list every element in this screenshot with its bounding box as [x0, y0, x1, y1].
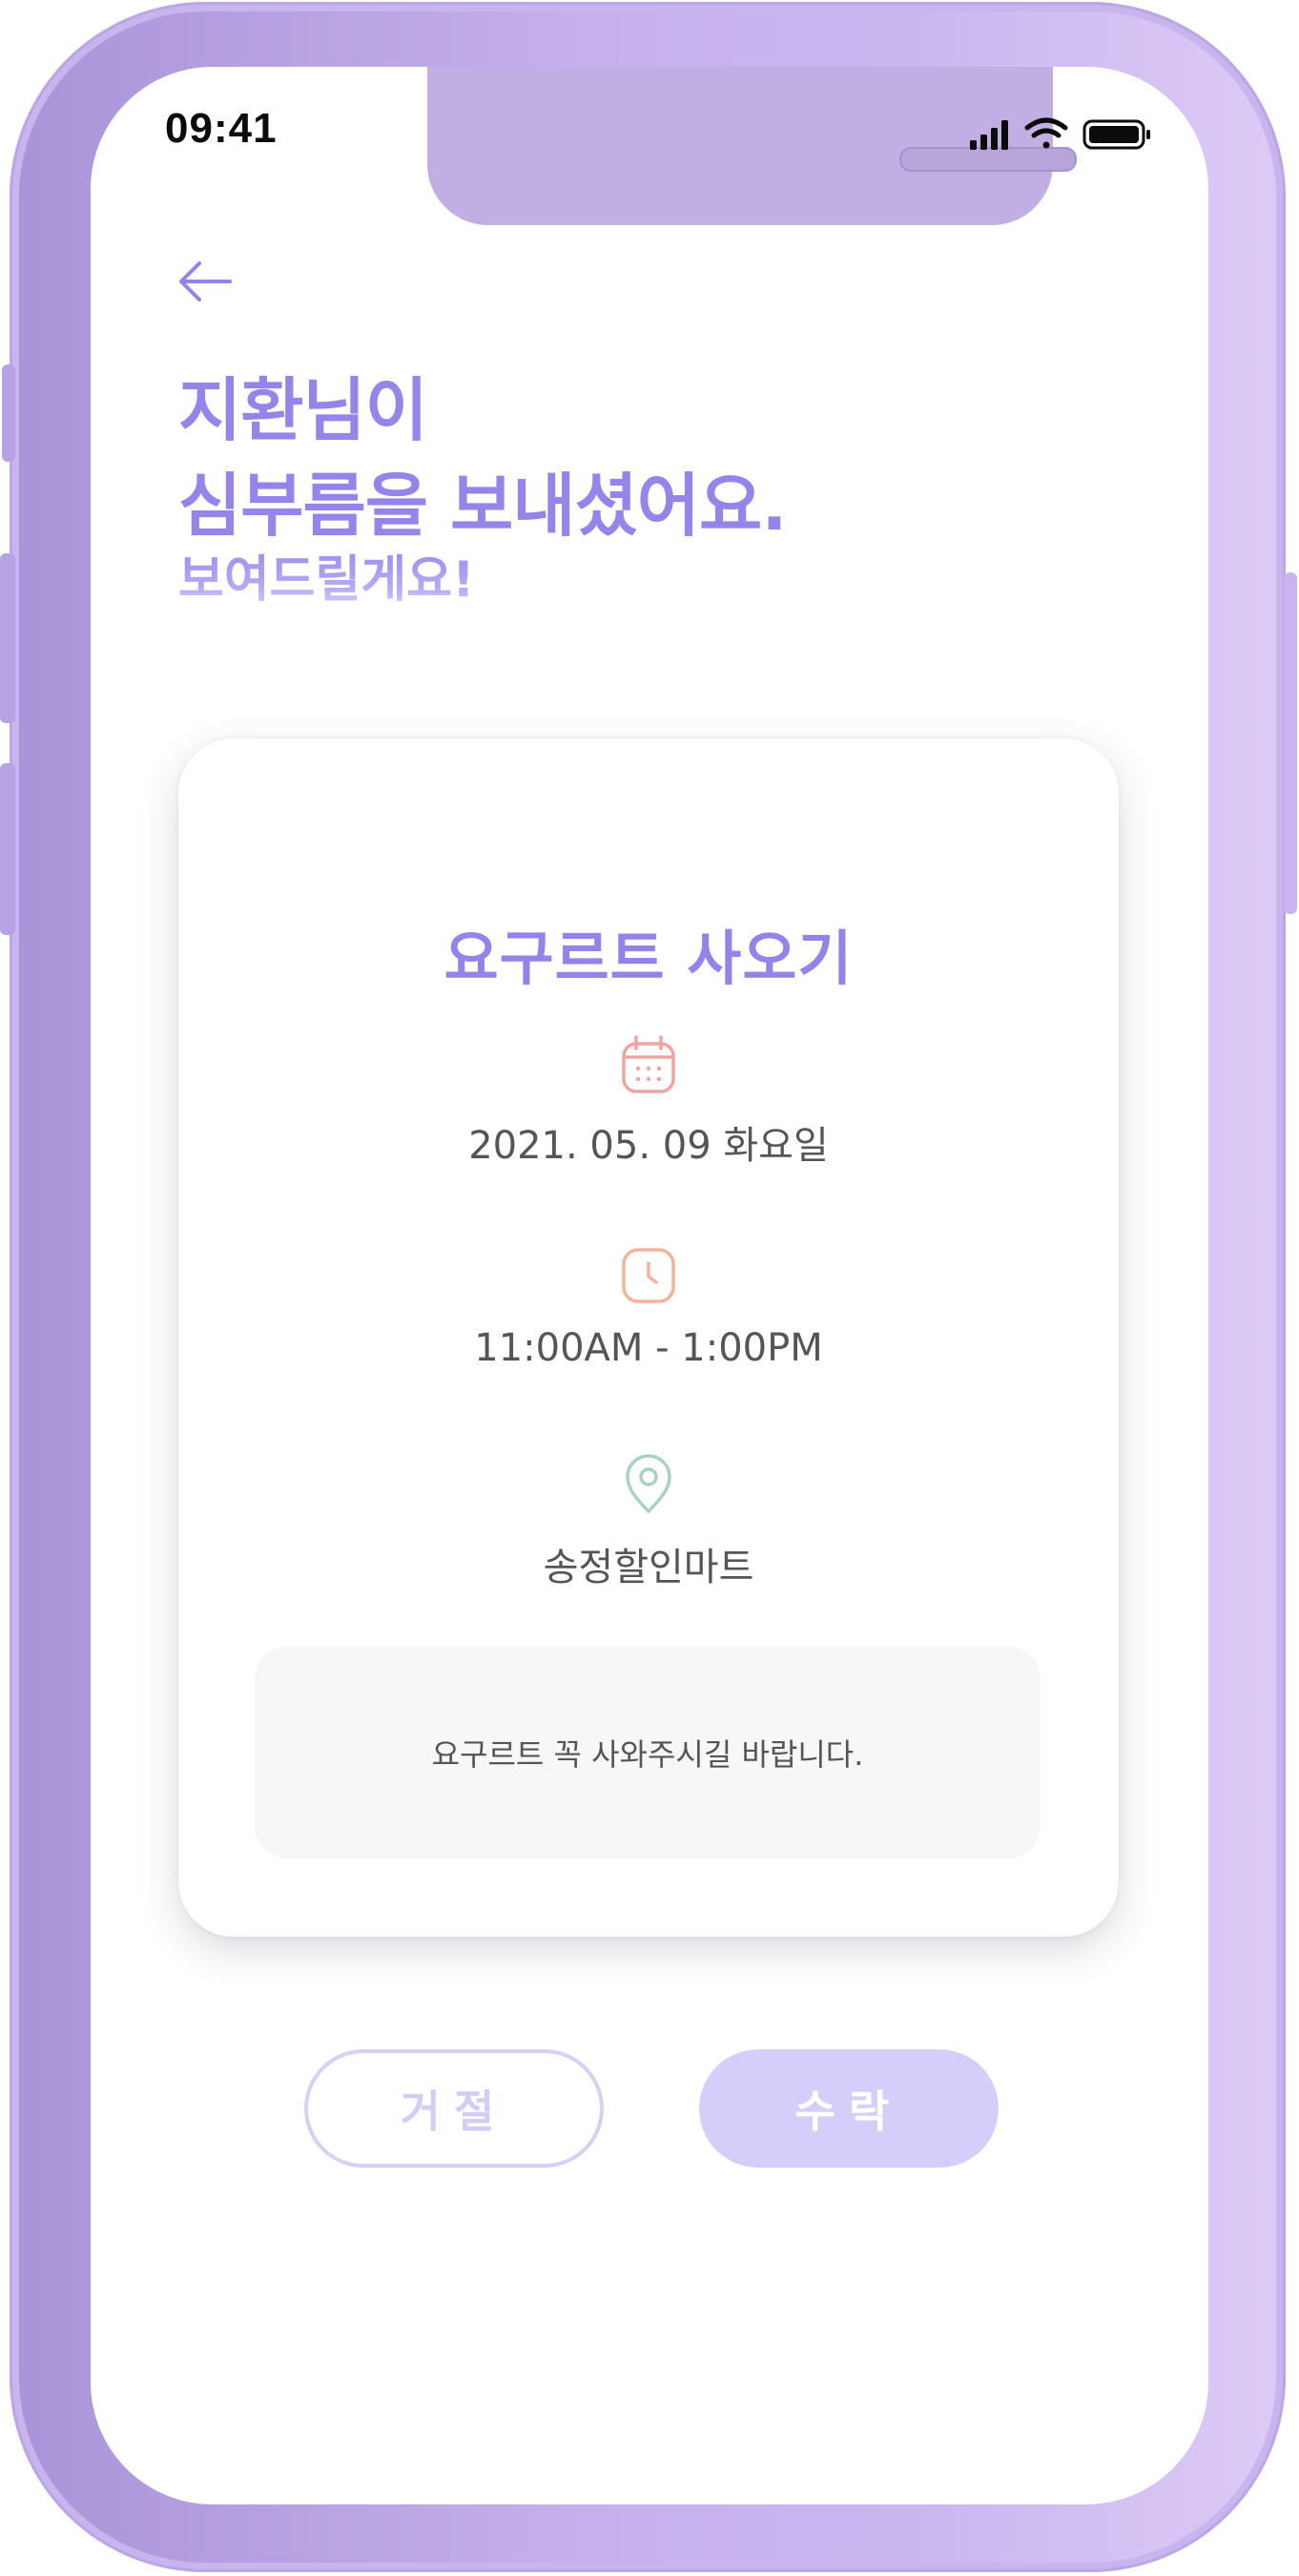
heading-line-1: 지환님이: [178, 370, 428, 450]
page-heading: 지환님이 심부름을 보내셨어요. 보여드릴게요!: [178, 363, 1037, 613]
errand-title: 요구르트 사오기: [443, 924, 854, 993]
errand-card: 요구르트 사오기 2021. 05. 09 화요일 11:00AM - 1:00…: [178, 738, 1119, 1937]
accept-button[interactable]: 수락: [699, 2049, 999, 2168]
phone-screen: 09:41 지환님이 심부름을 보내셨어요. 보여드릴게요! 요구르트 사오기: [91, 67, 1208, 2504]
wifi-icon: [1024, 117, 1068, 149]
heading-line-3: 보여드릴게요!: [178, 548, 1037, 613]
clock-icon: [622, 1248, 675, 1303]
calendar-icon: [622, 1035, 675, 1093]
volume-down-button: [0, 763, 15, 935]
heading-line-2: 심부름을 보내셨어요.: [178, 466, 788, 546]
memo-text: 요구르트 꼭 사와주시길 바랍니다.: [431, 1736, 864, 1773]
signal-icon: [970, 120, 1008, 150]
silent-switch: [2, 364, 15, 462]
status-time: 09:41: [165, 105, 278, 152]
battery-icon: [1082, 119, 1150, 150]
errand-place: 송정할인마트: [543, 1546, 754, 1589]
power-button: [1284, 572, 1297, 914]
errand-time: 11:00AM - 1:00PM: [474, 1326, 823, 1370]
reject-button[interactable]: 거절: [304, 2049, 604, 2168]
errand-date: 2021. 05. 09 화요일: [468, 1124, 829, 1168]
notch: [427, 67, 1077, 225]
memo-box: 요구르트 꼭 사와주시길 바랍니다.: [255, 1647, 1041, 1859]
volume-up-button: [0, 553, 15, 723]
location-pin-icon: [626, 1454, 671, 1513]
status-icons: [970, 117, 1150, 150]
back-arrow-icon[interactable]: [176, 258, 234, 305]
